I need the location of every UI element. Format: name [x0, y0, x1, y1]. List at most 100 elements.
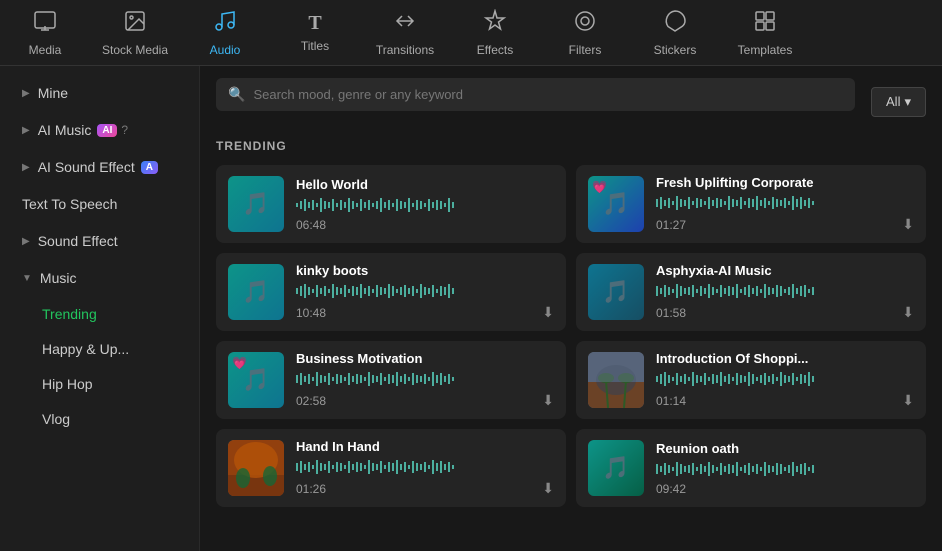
music-title-hand: Hand In Hand	[296, 439, 554, 454]
stock-media-icon	[123, 9, 147, 39]
waveform-reunion	[656, 460, 914, 478]
download-business-icon[interactable]: ⬇	[542, 392, 554, 409]
nav-filters[interactable]: Filters	[540, 5, 630, 61]
sidebar-sub-hiphop[interactable]: Hip Hop	[6, 367, 193, 401]
search-input[interactable]	[253, 87, 843, 102]
music-info-fresh: Fresh Uplifting Corporate 01:27 ⬇	[656, 175, 914, 233]
download-hand-icon[interactable]: ⬇	[542, 480, 554, 497]
meta-reunion: 09:42	[656, 482, 914, 496]
download-intro-icon[interactable]: ⬇	[902, 392, 914, 409]
music-title-kinky: kinky boots	[296, 263, 554, 278]
nav-media[interactable]: Media	[0, 5, 90, 61]
waveform-intro	[656, 370, 914, 388]
business-thumb-icon: 🎵	[242, 367, 269, 393]
sidebar-ai-sound-label: AI Sound Effect	[38, 159, 135, 175]
music-info-hello-world: Hello World 06:48	[296, 177, 554, 232]
meta-kinky: 10:48 ⬇	[296, 304, 554, 321]
filters-icon	[573, 9, 597, 39]
nav-filters-label: Filters	[569, 43, 602, 57]
music-card-intro-shopping[interactable]: Introduction Of Shoppi... 01:14 ⬇	[576, 341, 926, 419]
nav-audio-label: Audio	[210, 43, 241, 57]
thumb-hello-world: 🎵	[228, 176, 284, 232]
waveform-business	[296, 370, 554, 388]
content-area: 🔍 All ▾ TRENDING 🎵 Hello World	[200, 66, 942, 551]
thumb-hand: 💗	[228, 440, 284, 496]
sidebar-sub-happy[interactable]: Happy & Up...	[6, 332, 193, 366]
sidebar-item-sound-effect[interactable]: ▶ Sound Effect	[6, 223, 193, 259]
sidebar-item-ai-music[interactable]: ▶ AI Music AI ?	[6, 112, 193, 148]
duration-reunion: 09:42	[656, 482, 686, 496]
nav-media-label: Media	[29, 43, 62, 57]
filter-button[interactable]: All ▾	[871, 87, 926, 117]
nav-transitions[interactable]: Transitions	[360, 5, 450, 61]
waveform-fresh	[656, 194, 914, 212]
ai-sound-arrow: ▶	[22, 162, 30, 173]
music-info-business: Business Motivation 02:58 ⬇	[296, 351, 554, 409]
nav-templates[interactable]: Templates	[720, 5, 810, 61]
nav-audio[interactable]: Audio	[180, 5, 270, 61]
fresh-heart-badge: 💗	[592, 180, 607, 194]
sidebar-item-ai-sound-effect[interactable]: ▶ AI Sound Effect A	[6, 149, 193, 185]
meta-hello-world: 06:48	[296, 218, 554, 232]
music-card-hello-world[interactable]: 🎵 Hello World 06:48	[216, 165, 566, 243]
top-navigation: Media Stock Media Audio T Titles Transit…	[0, 0, 942, 66]
sidebar-mine-label: Mine	[38, 85, 68, 101]
music-info-hand: Hand In Hand 01:26 ⬇	[296, 439, 554, 497]
meta-business: 02:58 ⬇	[296, 392, 554, 409]
sidebar-tts-label: Text To Speech	[22, 196, 117, 212]
music-thumb-icon: 🎵	[242, 191, 269, 217]
music-card-reunion[interactable]: 🎵 Reunion oath 09:42	[576, 429, 926, 507]
sidebar-ai-music-label: AI Music	[38, 122, 92, 138]
nav-stock-media-label: Stock Media	[102, 43, 168, 57]
nav-effects-label: Effects	[477, 43, 513, 57]
main-layout: ▶ Mine ▶ AI Music AI ? ▶ AI Sound Effect…	[0, 66, 942, 551]
sidebar-music-label: Music	[40, 270, 77, 286]
sidebar-item-mine[interactable]: ▶ Mine	[6, 75, 193, 111]
waveform-hello-world	[296, 196, 554, 214]
nav-titles-label: Titles	[301, 39, 329, 53]
meta-intro: 01:14 ⬇	[656, 392, 914, 409]
thumb-intro-shopping	[588, 352, 644, 408]
music-info-reunion: Reunion oath 09:42	[656, 441, 914, 496]
stickers-icon	[663, 9, 687, 39]
fresh-thumb-icon: 🎵	[602, 191, 629, 217]
transitions-icon	[393, 9, 417, 39]
download-asphyxia-icon[interactable]: ⬇	[902, 304, 914, 321]
waveform-kinky	[296, 282, 554, 300]
download-kinky-icon[interactable]: ⬇	[542, 304, 554, 321]
music-card-asphyxia[interactable]: 🎵 Asphyxia-AI Music 01:58 ⬇	[576, 253, 926, 331]
meta-asphyxia: 01:58 ⬇	[656, 304, 914, 321]
business-heart-badge: 💗	[232, 356, 247, 370]
nav-stickers-label: Stickers	[654, 43, 697, 57]
meta-fresh: 01:27 ⬇	[656, 216, 914, 233]
nav-stock-media[interactable]: Stock Media	[90, 5, 180, 61]
kinky-thumb-icon: 🎵	[242, 279, 269, 305]
music-arrow: ▼	[22, 273, 32, 284]
sidebar-sub-vlog[interactable]: Vlog	[6, 402, 193, 436]
nav-titles[interactable]: T Titles	[270, 8, 360, 57]
music-card-fresh[interactable]: 💗 🎵 Fresh Uplifting Corporate 01:27	[576, 165, 926, 243]
duration-fresh: 01:27	[656, 218, 686, 232]
download-fresh-icon[interactable]: ⬇	[902, 216, 914, 233]
music-card-hand-in-hand[interactable]: 💗 Hand In Hand	[216, 429, 566, 507]
duration-asphyxia: 01:58	[656, 306, 686, 320]
effects-icon	[483, 9, 507, 39]
nav-effects[interactable]: Effects	[450, 5, 540, 61]
sidebar-item-music[interactable]: ▼ Music	[6, 260, 193, 296]
thumb-business: 💗 🎵	[228, 352, 284, 408]
thumb-kinky: 🎵	[228, 264, 284, 320]
titles-icon: T	[308, 12, 321, 35]
music-title-business: Business Motivation	[296, 351, 554, 366]
sidebar-item-text-to-speech[interactable]: Text To Speech	[6, 186, 193, 222]
music-card-kinky[interactable]: 🎵 kinky boots 10:48 ⬇	[216, 253, 566, 331]
nav-transitions-label: Transitions	[376, 43, 434, 57]
duration-intro: 01:14	[656, 394, 686, 408]
sidebar-sub-trending[interactable]: Trending	[6, 297, 193, 331]
music-card-business[interactable]: 💗 🎵 Business Motivation 02:58	[216, 341, 566, 419]
nav-stickers[interactable]: Stickers	[630, 5, 720, 61]
search-icon: 🔍	[228, 86, 245, 103]
ai-music-badge: AI	[97, 124, 117, 137]
sidebar-happy-label: Happy & Up...	[42, 341, 129, 357]
audio-icon	[213, 9, 237, 39]
duration-business: 02:58	[296, 394, 326, 408]
